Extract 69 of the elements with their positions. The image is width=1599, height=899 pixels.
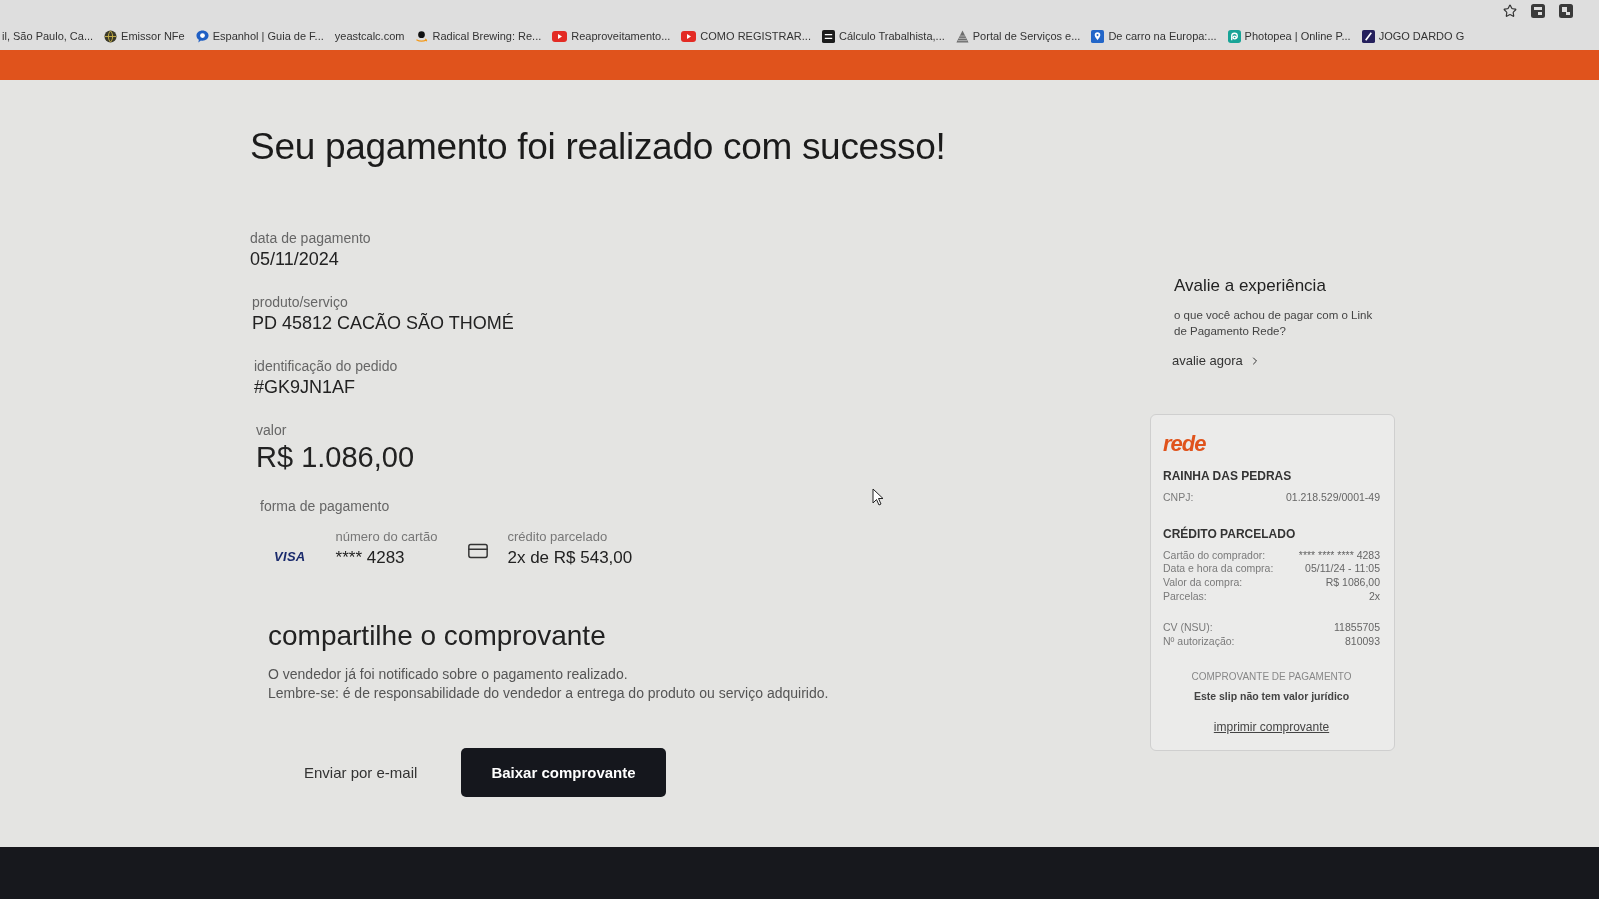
play-button-icon <box>552 30 568 42</box>
disclaimer-text: Este slip não tem valor jurídico <box>1193 689 1350 702</box>
extension-icon[interactable] <box>1531 4 1545 18</box>
cursor-icon <box>872 488 884 506</box>
bookmark[interactable]: il, São Paulo, Ca... <box>0 30 96 42</box>
receipt-value: 810093 <box>1344 634 1380 649</box>
field-value: PD 45812 CACÃO SÃO THOMÉ <box>252 313 514 334</box>
receipt-label: CV (NSU): <box>1163 621 1213 635</box>
card-brand-logo: VISA <box>274 549 306 564</box>
star-icon[interactable] <box>1503 4 1517 18</box>
receipt-value: 05/11/24 - 11:05 <box>1305 562 1380 576</box>
field-label: data de pagamento <box>250 230 371 246</box>
receipt-value: 01.218.529/0001-49 <box>1286 491 1380 505</box>
section-heading: compartilhe o comprovante <box>268 620 606 652</box>
speech-bubble-icon <box>195 29 209 43</box>
bookmark[interactable]: JOGO DARDO G <box>1359 29 1467 43</box>
notice-text: O vendedor já foi notificado sobre o pagamento realizado. <box>268 666 628 683</box>
field-label: forma de pagamento <box>260 498 390 514</box>
notice-text: Lembre-se: é de responsabilidade do vendedor a entrega do produto ou serviço adquirido. <box>268 684 829 702</box>
field-value: #GK9JN1AF <box>254 377 356 398</box>
brand-logo: rede <box>1163 431 1206 458</box>
receipt-value: 2x <box>1368 589 1380 604</box>
amount-value: R$ 1.086,00 <box>256 441 414 474</box>
globe-icon <box>104 29 118 43</box>
receipt-value: **** **** **** 4283 <box>1298 548 1380 563</box>
receipt-footer-title: COMPROVANTE DE PAGAMENTO <box>1191 670 1352 682</box>
receipt-label: Data e hora da compra: <box>1163 562 1274 576</box>
receipt-heading: CRÉDITO PARCELADO <box>1163 526 1297 541</box>
bookmark[interactable]: Espanhol | Guia de F... <box>193 29 326 43</box>
page-title: Seu pagamento foi realizado com sucesso! <box>250 126 946 168</box>
bookmark[interactable]: Portal de Serviços e... <box>953 29 1083 43</box>
square-icon <box>822 29 835 43</box>
extension-icon[interactable] <box>1559 4 1573 18</box>
receipt-label: Cartão do comprador: <box>1163 548 1266 563</box>
feedback-text: o que você achou de pagar com o Link de Pagamento Rede? <box>1174 308 1374 339</box>
print-link[interactable]: imprimir comprovante <box>1213 719 1330 734</box>
feedback-title: Avalie a experiência <box>1174 276 1327 296</box>
bookmark[interactable]: Cálculo Trabalhista,... <box>820 29 947 43</box>
square-icon <box>1361 29 1375 43</box>
receipt-label: CNPJ: <box>1163 491 1194 505</box>
receipt-value: R$ 1086,00 <box>1325 575 1380 590</box>
bookmark[interactable]: Radical Brewing: Re... <box>413 29 544 43</box>
spiral-icon <box>1227 29 1241 43</box>
bookmark[interactable]: De carro na Europa:... <box>1089 29 1219 43</box>
field-label: número do cartão <box>335 529 438 544</box>
field-label: crédito parcelado <box>507 529 608 544</box>
receipt-label: Nº autorização: <box>1163 634 1235 649</box>
email-button[interactable]: Enviar por e-mail <box>270 747 452 797</box>
play-button-icon <box>681 30 697 42</box>
pyramid-icon <box>955 29 969 43</box>
field-value: 2x de R$ 543,00 <box>507 548 633 568</box>
field-label: identificação do pedido <box>254 358 398 374</box>
receipt-label: Parcelas: <box>1163 589 1207 604</box>
bookmark[interactable]: Emissor NFe <box>102 29 187 43</box>
rate-link[interactable]: avalie agora <box>1172 353 1261 369</box>
bookmark[interactable]: yeastcalc.com <box>332 30 407 42</box>
download-button[interactable]: Baixar comprovante <box>461 747 666 797</box>
receipt-value: 11855705 <box>1334 621 1380 635</box>
bookmark[interactable]: Photopea | Online P... <box>1225 29 1353 43</box>
field-value: 05/11/2024 <box>250 249 339 270</box>
receipt-label: Valor da compra: <box>1163 575 1243 590</box>
field-label: valor <box>256 422 287 438</box>
field-value: **** 4283 <box>335 548 405 568</box>
field-label: produto/serviço <box>252 294 348 310</box>
merchant-name: RAINHA DAS PEDRAS <box>1163 469 1293 484</box>
bookmark[interactable]: COMO REGISTRAR... <box>679 30 813 42</box>
map-pin-icon <box>1091 29 1105 43</box>
smile-arrow-icon <box>415 29 429 43</box>
bookmark[interactable]: Reaproveitamento... <box>550 30 673 42</box>
